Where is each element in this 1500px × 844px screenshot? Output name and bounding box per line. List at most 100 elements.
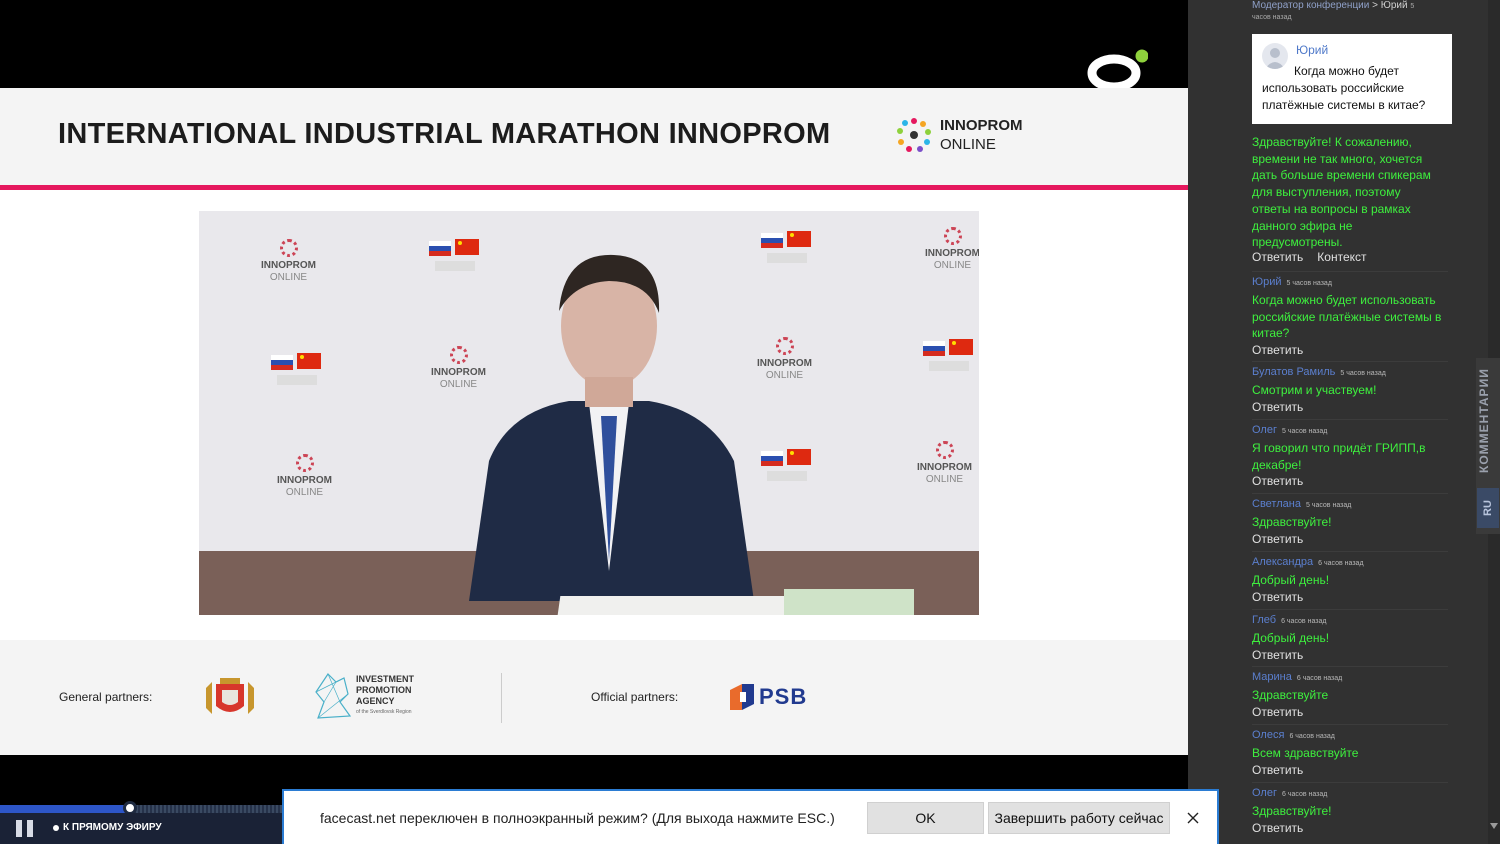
message-time: 6 часов назад [1318, 560, 1364, 567]
message-divider [1252, 609, 1448, 610]
quoted-message: Юрий Когда можно будет использовать росс… [1252, 34, 1452, 124]
message-author[interactable]: Александра [1252, 556, 1313, 568]
message-author-row: Глеб 6 часов назад [1252, 614, 1326, 626]
message-text: Здравствуйте! [1252, 515, 1332, 529]
innoprom-logo: INNOPROM ONLINE [896, 116, 1023, 154]
message-actions: Ответить [1252, 705, 1303, 719]
scroll-down-arrow-icon[interactable] [1490, 820, 1498, 832]
message-author[interactable]: Марина [1252, 671, 1292, 683]
message-author[interactable]: Олеся [1252, 729, 1284, 741]
ok-button[interactable]: OK [867, 802, 984, 834]
moderator-reply-actions: Ответить Контекст [1252, 250, 1367, 264]
go-live-button[interactable]: К ПРЯМОМУ ЭФИРУ [53, 822, 162, 833]
message-text: Смотрим и участвуем! [1252, 383, 1377, 397]
message-actions: Ответить [1252, 343, 1303, 357]
reply-link[interactable]: Ответить [1252, 821, 1303, 835]
close-icon[interactable] [1183, 808, 1203, 828]
facecast-logo-icon [1087, 49, 1148, 92]
message-time: 5 часов назад [1305, 502, 1352, 509]
message-author-row: Олег 6 часов назад [1252, 787, 1327, 799]
live-dot-icon [53, 824, 59, 831]
reply-number: 5 [1410, 3, 1415, 10]
message-text: Добрый день! [1252, 573, 1330, 587]
flags-icon [923, 339, 973, 371]
reply-link[interactable]: Ответить [1252, 532, 1303, 546]
reply-link[interactable]: Ответить [1252, 343, 1303, 357]
innoprom-logo-line2: ONLINE [940, 136, 996, 153]
psb-text: PSB [759, 684, 808, 709]
message-text: Здравствуйте! [1252, 804, 1332, 818]
message-divider [1252, 271, 1448, 272]
message-author-row: Марина 6 часов назад [1252, 671, 1342, 683]
message-time: 6 часов назад [1296, 675, 1343, 682]
paper-sheet [557, 596, 811, 615]
reply-link[interactable]: Ответить [1252, 705, 1303, 719]
reply-link[interactable]: Ответить [1252, 763, 1303, 777]
speaker-figure [469, 254, 754, 601]
ipa-line: PROMOTION [356, 685, 412, 695]
comments-tab-label[interactable]: КОММЕНТАРИИ [1477, 362, 1499, 480]
backdrop-logo: INNOPROM ONLINE [277, 454, 332, 499]
message-divider [1252, 782, 1448, 783]
message-author[interactable]: Глеб [1252, 614, 1276, 626]
message-time: 6 часов назад [1281, 618, 1327, 625]
ipa-subtitle: of the Sverdlovsk Region [356, 709, 412, 715]
moderator-meta: Модератор конференции > Юрий 5 [1252, 0, 1414, 11]
message-time: 5 часов назад [1281, 428, 1328, 435]
message-actions: Ответить [1252, 474, 1303, 488]
reply-link[interactable]: Ответить [1252, 474, 1303, 488]
moderator-role: Модератор конференции [1252, 0, 1370, 11]
message-author[interactable]: Светлана [1252, 498, 1301, 510]
backdrop-logo: INNOPROM ONLINE [925, 227, 979, 272]
message-divider [1252, 419, 1448, 420]
reply-link[interactable]: Ответить [1252, 400, 1303, 414]
reply-link[interactable]: Ответить [1252, 250, 1303, 264]
message-actions: Ответить [1252, 400, 1303, 414]
message-author-row: Юрий 5 часов назад [1252, 276, 1332, 288]
ipa-line: INVESTMENT [356, 674, 415, 684]
innoprom-dots-icon [897, 118, 931, 152]
sverdlovsk-coat-of-arms-icon [206, 678, 254, 714]
message-author-row: Олег 5 часов назад [1252, 424, 1327, 436]
language-switch[interactable]: RU [1477, 488, 1499, 528]
innoprom-logo-line1: INNOPROM [940, 117, 1023, 134]
message-actions: Ответить [1252, 648, 1303, 662]
message-text: Когда можно будет использовать российски… [1252, 293, 1442, 341]
message-actions: Ответить [1252, 821, 1303, 835]
official-partners-label: Official partners: [591, 690, 679, 704]
message-author-row: Александра 6 часов назад [1252, 556, 1364, 568]
progress-fill [0, 805, 130, 813]
message-author[interactable]: Олег [1252, 424, 1277, 436]
message-time: 5 часов назад [1340, 370, 1386, 377]
message-author[interactable]: Юрий [1252, 276, 1282, 288]
investment-promotion-agency-logo: INVESTMENT PROMOTION AGENCY of the Sverd… [314, 672, 414, 720]
message-author[interactable]: Олег [1252, 787, 1277, 799]
ipa-line: AGENCY [356, 696, 395, 706]
psb-mark-icon [730, 684, 754, 710]
ipa-polygon-icon [315, 673, 352, 719]
video-player[interactable]: INTERNATIONAL INDUSTRIAL MARATHON INNOPR… [0, 0, 1188, 844]
banner-title: INTERNATIONAL INDUSTRIAL MARATHON INNOPR… [58, 118, 831, 150]
message-text: Я говорил что придёт ГРИПП,в декабре! [1252, 441, 1426, 472]
message-author[interactable]: Булатов Рамиль [1252, 366, 1335, 378]
message-time: 6 часов назад [1289, 733, 1335, 740]
message-divider [1252, 724, 1448, 725]
message-text: Здравствуйте [1252, 688, 1329, 702]
speaker-camera-feed: INNOPROM ONLINE INNOPROM ONLINE INNOPROM ON… [199, 211, 979, 615]
backdrop-logo: INNOPROM ONLINE [917, 441, 972, 486]
quote-text: Когда можно будет использовать российски… [1262, 64, 1426, 112]
reply-link[interactable]: Ответить [1252, 648, 1303, 662]
pause-icon [27, 820, 33, 837]
pause-button[interactable] [16, 820, 34, 837]
pause-icon [16, 820, 22, 837]
exit-fullscreen-button[interactable]: Завершить работу сейчас [988, 802, 1170, 834]
chat-sidebar [1188, 0, 1488, 844]
context-link[interactable]: Контекст [1317, 250, 1366, 264]
message-divider [1252, 551, 1448, 552]
flags-icon [271, 353, 321, 385]
message-divider [1252, 361, 1448, 362]
reply-link[interactable]: Ответить [1252, 590, 1303, 604]
reply-target: > Юрий [1372, 0, 1408, 11]
moderator-reply-text: Здравствуйте! К сожалению, времени не та… [1252, 135, 1431, 250]
backdrop-logo: INNOPROM ONLINE [261, 239, 316, 284]
